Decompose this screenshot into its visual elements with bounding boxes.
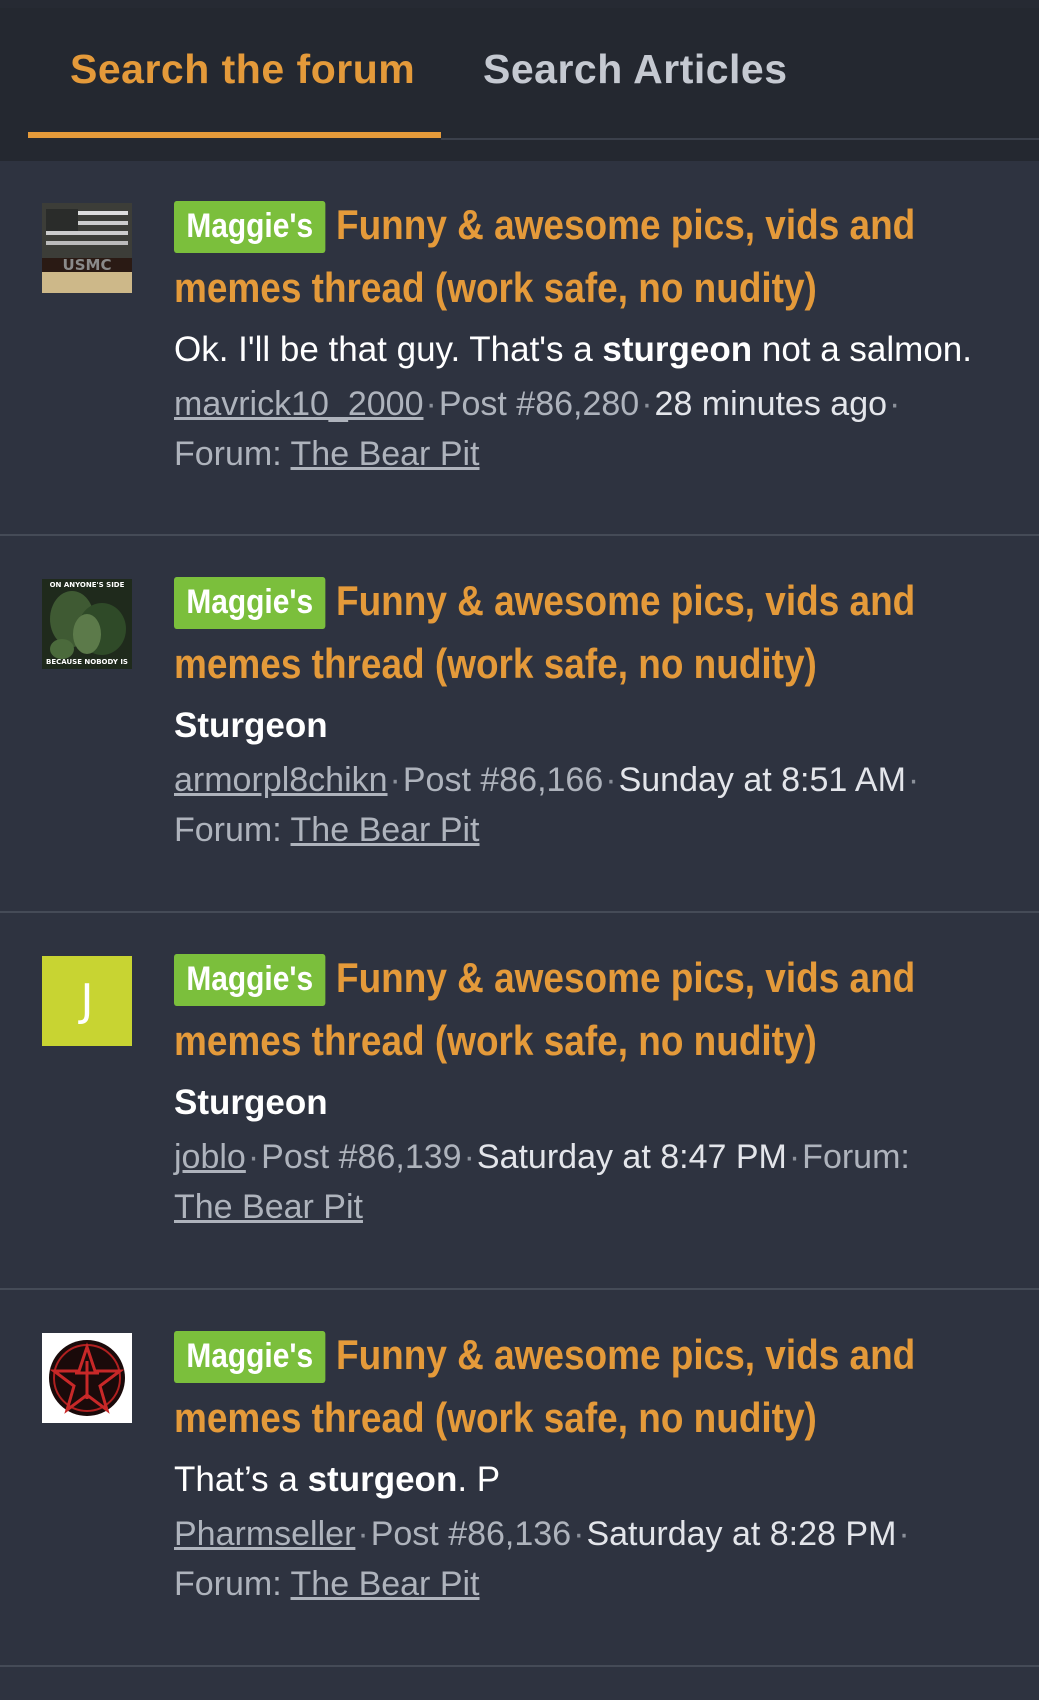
snippet-highlight: sturgeon [602, 330, 753, 369]
forum-link[interactable]: The Bear Pit [174, 1188, 363, 1226]
result-snippet: Ok. I'll be that guy. That's a sturgeon … [174, 325, 1004, 375]
forum-label: Forum: [174, 435, 282, 473]
avatar-usmc-text: USMC [63, 256, 112, 274]
thread-title-link[interactable]: Funny & awesome pics, vids and [336, 577, 915, 624]
thread-title-link[interactable]: Funny & awesome pics, vids and [336, 1331, 915, 1378]
prefix-badge: Maggie's [174, 577, 326, 629]
prefix-badge: Maggie's [174, 1331, 326, 1383]
result-snippet: That’s a sturgeon. P [174, 1455, 1004, 1505]
result-title-line2[interactable]: memes thread (work safe, no nudity) [174, 632, 904, 695]
search-tabs: Search the forum Search Articles [0, 8, 1039, 161]
post-time: Saturday at 8:47 PM [476, 1138, 787, 1176]
author-link[interactable]: joblo [174, 1138, 246, 1176]
search-result: Maggie's Funny & awesome pics, vids and m… [0, 1290, 1039, 1667]
result-title[interactable]: Maggie's Funny & awesome pics, vids and [174, 1323, 915, 1386]
post-time: Saturday at 8:28 PM [586, 1515, 897, 1553]
search-result: J Maggie's Funny & awesome pics, vids and… [0, 913, 1039, 1290]
avatar-letter: J [80, 975, 94, 1026]
snippet-text: . P [457, 1460, 501, 1499]
result-content: Maggie's Funny & awesome pics, vids and m… [174, 1323, 1004, 1609]
avatar-bottom-text: BECAUSE NOBODY IS [46, 658, 128, 666]
thread-title-link[interactable]: memes thread (work safe, no nudity) [174, 1394, 817, 1441]
result-meta: Pharmseller·Post #86,136·Saturday at 8:2… [174, 1515, 910, 1603]
result-title[interactable]: Maggie's Funny & awesome pics, vids and [174, 946, 915, 1009]
result-snippet: Sturgeon [174, 1078, 1004, 1128]
forum-link[interactable]: The Bear Pit [291, 811, 480, 849]
author-link[interactable]: mavrick10_2000 [174, 385, 423, 423]
snippet-highlight: Sturgeon [174, 1083, 328, 1122]
result-meta: mavrick10_2000·Post #86,280·28 minutes a… [174, 385, 901, 473]
prefix-badge: Maggie's [174, 201, 326, 253]
result-content: Maggie's Funny & awesome pics, vids and m… [174, 946, 1004, 1232]
thread-title-link[interactable]: memes thread (work safe, no nudity) [174, 640, 817, 687]
thread-title-link[interactable]: memes thread (work safe, no nudity) [174, 264, 817, 311]
forum-link[interactable]: The Bear Pit [291, 1565, 480, 1603]
search-result: ON ANYONE'S SIDE BECAUSE NOBODY IS Maggi… [0, 536, 1039, 913]
thread-title-link[interactable]: Funny & awesome pics, vids and [336, 201, 915, 248]
result-content: Maggie's Funny & awesome pics, vids and m… [174, 569, 1004, 855]
snippet-highlight: Sturgeon [174, 706, 328, 745]
result-snippet: Sturgeon [174, 701, 1004, 751]
result-title-line2[interactable]: memes thread (work safe, no nudity) [174, 1386, 904, 1449]
post-number: Post #86,136 [370, 1515, 572, 1553]
snippet-text: Ok. I'll be that guy. That's a [174, 330, 603, 369]
snippet-text: That’s a [174, 1460, 308, 1499]
prefix-badge: Maggie's [174, 954, 326, 1006]
avatar[interactable]: ON ANYONE'S SIDE BECAUSE NOBODY IS [42, 579, 132, 669]
snippet-highlight: sturgeon [307, 1460, 458, 1499]
active-tab-indicator [28, 132, 441, 138]
post-number: Post #86,139 [261, 1138, 462, 1176]
result-title[interactable]: Maggie's Funny & awesome pics, vids and [174, 569, 915, 632]
thread-title-link[interactable]: memes thread (work safe, no nudity) [174, 1017, 817, 1064]
forum-label: Forum: [802, 1138, 910, 1176]
forum-link[interactable]: The Bear Pit [291, 435, 480, 473]
avatar-top-text: ON ANYONE'S SIDE [50, 581, 125, 589]
author-link[interactable]: armorpl8chikn [174, 761, 388, 799]
search-result: USMC Maggie's Funny & awesome pics, vids … [0, 161, 1039, 536]
tab-divider [441, 138, 1039, 140]
result-meta: joblo·Post #86,139·Saturday at 8:47 PM·F… [174, 1138, 910, 1226]
result-meta: armorpl8chikn·Post #86,166·Sunday at 8:5… [174, 761, 920, 849]
tab-search-articles[interactable]: Search Articles [483, 46, 788, 93]
result-title-line2[interactable]: memes thread (work safe, no nudity) [174, 256, 904, 319]
forum-label: Forum: [174, 811, 282, 849]
post-time: 28 minutes ago [654, 385, 888, 423]
result-title-line2[interactable]: memes thread (work safe, no nudity) [174, 1009, 904, 1072]
result-title[interactable]: Maggie's Funny & awesome pics, vids and [174, 193, 915, 256]
author-link[interactable]: Pharmseller [174, 1515, 355, 1553]
thread-title-link[interactable]: Funny & awesome pics, vids and [336, 954, 915, 1001]
avatar[interactable]: USMC [42, 203, 132, 293]
result-content: Maggie's Funny & awesome pics, vids and m… [174, 193, 1004, 479]
avatar[interactable]: J [42, 956, 132, 1046]
avatar[interactable] [42, 1333, 132, 1423]
snippet-text: not a salmon. [752, 330, 972, 369]
post-number: Post #86,166 [402, 761, 604, 799]
post-number: Post #86,280 [438, 385, 640, 423]
top-bar [0, 0, 1039, 8]
tab-search-forum[interactable]: Search the forum [70, 46, 415, 93]
post-time: Sunday at 8:51 AM [618, 761, 906, 799]
forum-label: Forum: [174, 1565, 282, 1603]
